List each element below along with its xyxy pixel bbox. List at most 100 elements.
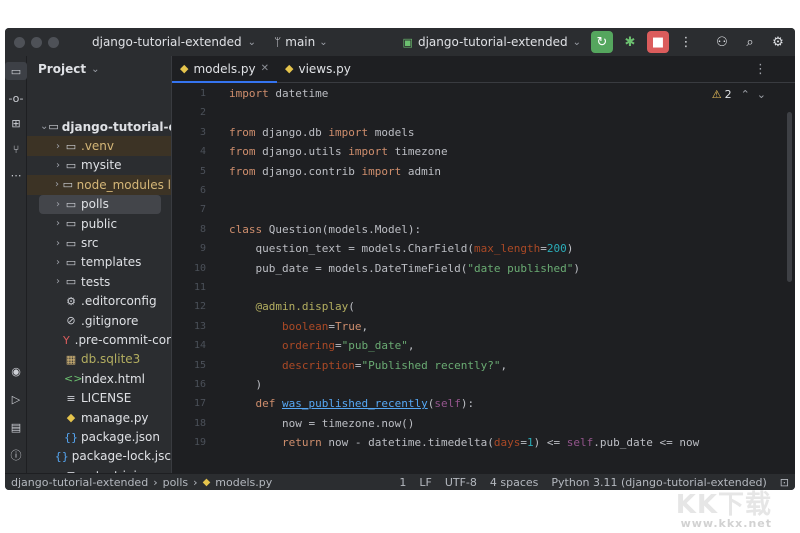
- chevron-right-icon[interactable]: ›: [52, 160, 64, 171]
- chevron-down-icon: ⌄: [247, 36, 257, 48]
- more-horizontal-icon: ⋯: [10, 168, 22, 182]
- folder-icon: ▭: [65, 139, 77, 153]
- breadcrumb-item[interactable]: polls: [163, 476, 189, 489]
- tree-item[interactable]: Y .pre-commit-cor: [27, 330, 171, 349]
- commit-tool-button[interactable]: -o-: [5, 89, 27, 107]
- tree-item[interactable]: ▦ db.sqlite3: [27, 350, 171, 369]
- structure-tool-button[interactable]: ⊞: [5, 114, 27, 132]
- vertical-scrollbar[interactable]: [787, 112, 792, 282]
- rerun-button[interactable]: ↻: [591, 31, 613, 53]
- settings-button[interactable]: ⚙: [767, 31, 789, 53]
- tree-item[interactable]: › ▭ tests: [27, 272, 171, 291]
- services-icon: ◉: [11, 364, 21, 378]
- code-line: class Question(models.Model):: [229, 222, 422, 236]
- caret-position[interactable]: 1: [399, 476, 406, 489]
- chevron-right-icon[interactable]: ›: [52, 199, 64, 210]
- pull-request-icon: ⑂: [12, 142, 20, 156]
- breadcrumb-item[interactable]: models.py: [215, 476, 272, 489]
- more-vertical-icon[interactable]: ⋮: [754, 62, 767, 77]
- tree-item[interactable]: › ▭ node_modules l: [27, 175, 171, 195]
- settings-file-icon: ⚙: [66, 294, 76, 308]
- project-panel-title: Project: [38, 62, 87, 76]
- code-line: return now - datetime.timedelta(days=1) …: [281, 436, 700, 450]
- search-button[interactable]: ⌕: [739, 31, 761, 53]
- branch-widget[interactable]: ᛘ main ⌄: [274, 35, 328, 49]
- indent-setting[interactable]: 4 spaces: [490, 476, 539, 489]
- stop-button[interactable]: ■: [647, 31, 669, 53]
- minimize-window-button[interactable]: [31, 36, 42, 48]
- close-window-button[interactable]: [14, 36, 25, 48]
- activity-bar: ▭ -o- ⊞ ⑂ ⋯ ◉ ▷ ▤ ⓘ ⑂: [5, 56, 27, 490]
- tree-item[interactable]: › ▭ .venv: [27, 136, 171, 156]
- tree-root[interactable]: ⌄ ▭ django-tutorial-ext: [27, 117, 171, 136]
- line-separator[interactable]: LF: [419, 476, 431, 489]
- tree-item[interactable]: › ▭ src: [27, 233, 171, 252]
- project-tool-button[interactable]: ▭: [5, 62, 27, 80]
- line-number: 19: [193, 437, 206, 449]
- project-switcher[interactable]: django-tutorial-extended ⌄: [92, 35, 256, 49]
- code-line: import datetime: [229, 87, 329, 100]
- add-user-icon: ⚇: [716, 34, 728, 50]
- inspection-widget[interactable]: ⚠ 2 ⌃ ⌄: [712, 88, 766, 101]
- file-encoding[interactable]: UTF-8: [445, 476, 477, 489]
- chevron-right-icon[interactable]: ›: [52, 276, 64, 287]
- project-panel: Project ⌄ ⌄ ▭ django-tutorial-ext ›▭.ven…: [27, 56, 171, 478]
- tree-item[interactable]: ◆ manage.py: [27, 408, 171, 427]
- run-tool-button[interactable]: ▷: [5, 390, 27, 408]
- line-number: 8: [199, 223, 206, 235]
- tree-item[interactable]: › ▭ public: [27, 214, 171, 233]
- line-number: 5: [199, 165, 206, 177]
- tree-item[interactable]: › ▭ mysite: [27, 156, 171, 175]
- breadcrumb-item[interactable]: django-tutorial-extended: [11, 476, 148, 489]
- tab-models-py[interactable]: ◆ models.py ✕: [172, 55, 278, 83]
- terminal-tool-button[interactable]: ▤: [5, 418, 27, 436]
- run-config-label: django-tutorial-extended: [417, 35, 568, 49]
- commit-icon: -o-: [8, 91, 24, 105]
- code-editor[interactable]: ⚠ 2 ⌃ ⌄ 1 2 3 4 5 6 7 8 9 10 11 12 13 14 15 16 17 18 19 im…: [172, 84, 795, 478]
- line-number: 17: [193, 398, 206, 410]
- project-panel-header[interactable]: Project ⌄: [27, 56, 171, 82]
- python-file-icon: ◆: [202, 476, 211, 488]
- lock-icon[interactable]: ⊡: [780, 476, 789, 489]
- line-number: 1: [199, 88, 206, 99]
- services-tool-button[interactable]: ◉: [5, 362, 27, 380]
- tree-item[interactable]: <> index.html: [27, 369, 171, 388]
- chevron-right-icon[interactable]: ›: [52, 179, 62, 190]
- json-file-icon: {}: [64, 430, 78, 444]
- django-icon: ▣: [402, 35, 413, 49]
- chevron-right-icon: ›: [193, 475, 198, 489]
- tree-item[interactable]: › ▭ templates: [27, 253, 171, 272]
- tree-item-label: db.sqlite3: [81, 352, 141, 367]
- chevron-right-icon[interactable]: ›: [52, 218, 64, 229]
- add-user-button[interactable]: ⚇: [711, 31, 733, 53]
- chevron-right-icon[interactable]: ›: [52, 141, 64, 152]
- more-tools-button[interactable]: ⋯: [5, 166, 27, 184]
- tab-views-py[interactable]: ◆ views.py: [277, 55, 359, 82]
- folder-icon: ▭: [48, 120, 59, 134]
- tree-item-label: src: [81, 236, 99, 251]
- tree-item[interactable]: {} package-lock.jsc: [27, 447, 171, 466]
- tree-item-label: .pre-commit-cor: [74, 333, 171, 348]
- debug-button[interactable]: ✱: [619, 31, 641, 53]
- more-button[interactable]: ⋮: [675, 31, 697, 53]
- tree-item-label: .editorconfig: [81, 294, 157, 309]
- chevron-up-icon[interactable]: ⌃: [741, 88, 750, 101]
- run-config-selector[interactable]: ▣ django-tutorial-extended ⌄: [403, 35, 581, 49]
- zoom-window-button[interactable]: [48, 36, 59, 48]
- tree-item-label: LICENSE: [81, 391, 132, 406]
- tree-item[interactable]: › ▭ polls: [27, 194, 171, 214]
- tree-item[interactable]: {} package.json: [27, 427, 171, 446]
- code-line: ordering="pub_date",: [281, 339, 415, 353]
- tree-item[interactable]: ⚙ .editorconfig: [27, 292, 171, 311]
- chevron-right-icon[interactable]: ›: [52, 238, 64, 249]
- chevron-right-icon[interactable]: ›: [52, 257, 64, 268]
- chevron-down-icon[interactable]: ⌄: [757, 88, 766, 101]
- line-number: 3: [199, 126, 206, 138]
- line-number: 18: [193, 417, 206, 429]
- structure-icon: ⊞: [11, 116, 21, 130]
- close-icon[interactable]: ✕: [261, 63, 269, 74]
- problems-tool-button[interactable]: ⓘ: [5, 446, 27, 464]
- tree-item[interactable]: ⊘ .gitignore: [27, 311, 171, 330]
- tree-item[interactable]: ≡ LICENSE: [27, 389, 171, 408]
- pull-requests-tool-button[interactable]: ⑂: [5, 140, 27, 158]
